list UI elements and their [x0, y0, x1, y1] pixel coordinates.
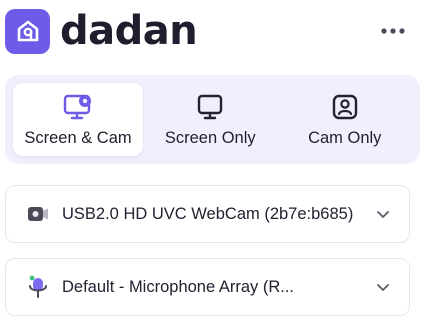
microphone-select[interactable]: Default - Microphone Array (R...	[5, 258, 410, 316]
brand-name: dadan	[60, 8, 198, 54]
camera-select-value: USB2.0 HD UVC WebCam (2b7e:b685)	[62, 204, 354, 223]
chevron-down-icon	[377, 283, 389, 291]
more-horizontal-icon	[381, 28, 405, 34]
microphone-icon	[29, 275, 47, 298]
header: dadan	[5, 7, 411, 55]
chevron-down-icon	[377, 210, 389, 218]
mode-label: Screen Only	[164, 128, 256, 147]
more-menu-button[interactable]	[375, 13, 411, 49]
monitor-icon	[198, 94, 223, 119]
recorder-popup: dadan Screen & Cam Screen Only Cam Only …	[0, 0, 421, 320]
user-portrait-icon	[332, 94, 357, 119]
recording-mode-selector: Screen & Cam Screen Only Cam Only	[5, 75, 420, 164]
microphone-select-value: Default - Microphone Array (R...	[62, 277, 294, 296]
mode-screen-only[interactable]: Screen Only	[143, 83, 278, 156]
mode-label: Cam Only	[308, 128, 382, 147]
mode-screen-and-cam[interactable]: Screen & Cam	[13, 83, 143, 156]
camera-select[interactable]: USB2.0 HD UVC WebCam (2b7e:b685)	[5, 185, 410, 243]
mode-label: Screen & Cam	[24, 128, 132, 147]
dadan-logo	[5, 8, 50, 54]
screen-cam-icon	[63, 94, 91, 119]
webcam-icon	[28, 207, 48, 221]
mode-cam-only[interactable]: Cam Only	[278, 83, 413, 156]
dadan-logo-icon	[17, 20, 38, 42]
